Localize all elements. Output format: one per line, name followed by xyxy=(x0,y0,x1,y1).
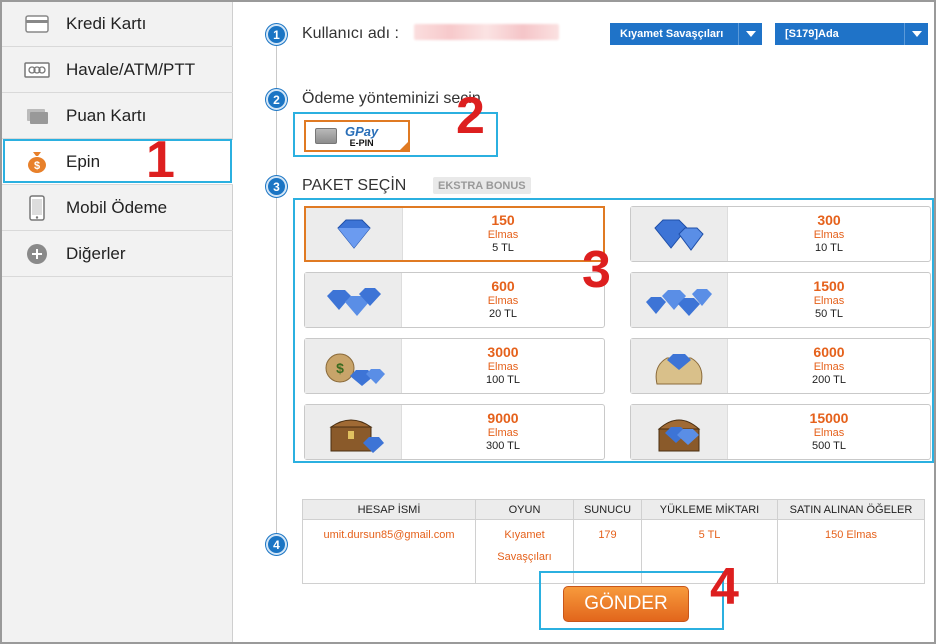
username-label: Kullanıcı adı : xyxy=(302,25,399,42)
extra-bonus-badge: EKSTRA BONUS xyxy=(433,177,531,194)
diamonds-icon xyxy=(305,273,402,327)
package-heading: PAKET SEÇİN xyxy=(302,177,407,194)
step-number-2: 2 xyxy=(266,89,287,110)
gpay-epin-option[interactable]: GPay E-PIN xyxy=(304,120,410,152)
summary-cell-game: Kıyamet Savaşçıları xyxy=(475,519,574,584)
diamonds-icon xyxy=(631,273,728,327)
card-stack-icon xyxy=(315,128,337,144)
step-connector-line xyxy=(276,35,277,545)
package-price: 5 TL xyxy=(492,242,514,255)
game-select[interactable]: Kıyamet Savaşçıları xyxy=(610,23,762,45)
chevron-down-icon xyxy=(904,23,928,45)
package-price: 20 TL xyxy=(489,308,517,321)
game-select-value: Kıyamet Savaşçıları xyxy=(620,28,724,40)
package-amount: 150 xyxy=(491,212,515,229)
mobile-phone-icon xyxy=(24,195,50,221)
summary-cell-amount: 5 TL xyxy=(641,519,778,584)
sidebar-item-label: Puan Kartı xyxy=(66,106,147,125)
package-card-600[interactable]: 600 Elmas 20 TL xyxy=(304,272,605,328)
package-amount: 6000 xyxy=(813,344,845,361)
treasure-chest-icon xyxy=(305,405,402,459)
package-amount: 9000 xyxy=(487,410,519,427)
package-price: 100 TL xyxy=(485,374,521,387)
chevron-down-icon xyxy=(738,23,762,45)
sidebar-item-mobil-odeme[interactable]: Mobil Ödeme xyxy=(2,186,233,231)
selected-check-icon xyxy=(398,140,410,152)
package-unit: Elmas xyxy=(487,229,519,242)
package-unit: Elmas xyxy=(487,361,519,374)
package-unit: Elmas xyxy=(813,295,845,308)
step-number-4: 4 xyxy=(266,534,287,555)
step-number-1: 1 xyxy=(266,24,287,45)
summary-header: HESAP İSMİ xyxy=(302,499,476,520)
main-panel: 1 Kullanıcı adı : Kıyamet Savaşçıları [S… xyxy=(234,2,934,642)
money-bag-diamonds-icon: $ xyxy=(305,339,402,393)
sidebar-item-label: Diğerler xyxy=(66,244,126,263)
package-card-300[interactable]: 300 Elmas 10 TL xyxy=(630,206,931,262)
server-select-value: [S179]Ada xyxy=(785,28,839,40)
summary-cell-items: 150 Elmas xyxy=(777,519,925,584)
sack-diamonds-icon xyxy=(631,339,728,393)
gpay-brand: GPay xyxy=(345,123,379,139)
username-value-redacted xyxy=(414,24,559,40)
package-card-6000[interactable]: 6000 Elmas 200 TL xyxy=(630,338,931,394)
package-unit: Elmas xyxy=(487,295,519,308)
summary-cell-server: 179 xyxy=(573,519,642,584)
sidebar-item-label: Kredi Kartı xyxy=(66,14,147,33)
summary-header: YÜKLEME MİKTARI xyxy=(641,499,778,520)
treasure-chest-icon xyxy=(631,405,728,459)
sidebar-item-epin[interactable]: $ Epin xyxy=(2,140,233,185)
package-card-1500[interactable]: 1500 Elmas 50 TL xyxy=(630,272,931,328)
credit-card-icon xyxy=(24,12,50,36)
payment-sidebar: Kredi Kartı Havale/ATM/PTT Puan Kartı $ … xyxy=(2,2,233,642)
diamond-pile-icon xyxy=(631,207,728,261)
bank-transfer-icon xyxy=(24,58,50,82)
package-price: 300 TL xyxy=(485,440,521,453)
table-row: umit.dursun85@gmail.com Kıyamet Savaşçıl… xyxy=(302,519,925,584)
package-unit: Elmas xyxy=(813,427,845,440)
diamond-icon xyxy=(306,208,403,260)
package-card-9000[interactable]: 9000 Elmas 300 TL xyxy=(304,404,605,460)
sidebar-item-label: Mobil Ödeme xyxy=(66,198,168,217)
money-bag-icon: $ xyxy=(24,150,50,174)
summary-header: OYUN xyxy=(475,499,574,520)
svg-text:$: $ xyxy=(336,360,344,376)
package-price: 500 TL xyxy=(811,440,847,453)
sidebar-item-label: Havale/ATM/PTT xyxy=(66,60,196,79)
step-number-3: 3 xyxy=(266,176,287,197)
gpay-logo: GPay E-PIN xyxy=(345,125,378,148)
package-price: 10 TL xyxy=(815,242,843,255)
sidebar-item-havale[interactable]: Havale/ATM/PTT xyxy=(2,48,233,93)
order-summary-table: HESAP İSMİ OYUN SUNUCU YÜKLEME MİKTARI S… xyxy=(302,499,925,584)
sidebar-item-kredi-karti[interactable]: Kredi Kartı xyxy=(2,2,233,47)
package-amount: 3000 xyxy=(487,344,519,361)
package-amount: 300 xyxy=(817,212,841,229)
package-card-15000[interactable]: 15000 Elmas 500 TL xyxy=(630,404,931,460)
sidebar-item-puan-karti[interactable]: Puan Kartı xyxy=(2,94,233,139)
package-price: 50 TL xyxy=(815,308,843,321)
svg-text:$: $ xyxy=(34,160,40,172)
package-unit: Elmas xyxy=(487,427,519,440)
sidebar-item-label: Epin xyxy=(66,152,101,171)
package-unit: Elmas xyxy=(813,361,845,374)
point-card-icon xyxy=(24,104,50,128)
package-amount: 600 xyxy=(491,278,515,295)
package-card-150[interactable]: 150 Elmas 5 TL xyxy=(304,206,605,262)
submit-button[interactable]: GÖNDER xyxy=(563,586,689,622)
plus-circle-icon xyxy=(24,242,50,266)
summary-header: SATIN ALINAN ÖĞELER xyxy=(777,499,925,520)
sidebar-item-digerler[interactable]: Diğerler xyxy=(2,232,233,277)
package-unit: Elmas xyxy=(813,229,845,242)
package-amount: 15000 xyxy=(809,410,849,427)
package-price: 200 TL xyxy=(811,374,847,387)
payment-method-heading: Ödeme yönteminizi seçin xyxy=(302,90,481,107)
server-select[interactable]: [S179]Ada xyxy=(775,23,928,45)
package-card-3000[interactable]: $ 3000 Elmas 100 TL xyxy=(304,338,605,394)
epin-label: E-PIN xyxy=(349,137,374,148)
summary-header: SUNUCU xyxy=(573,499,642,520)
summary-cell-account: umit.dursun85@gmail.com xyxy=(302,519,476,584)
package-amount: 1500 xyxy=(813,278,845,295)
